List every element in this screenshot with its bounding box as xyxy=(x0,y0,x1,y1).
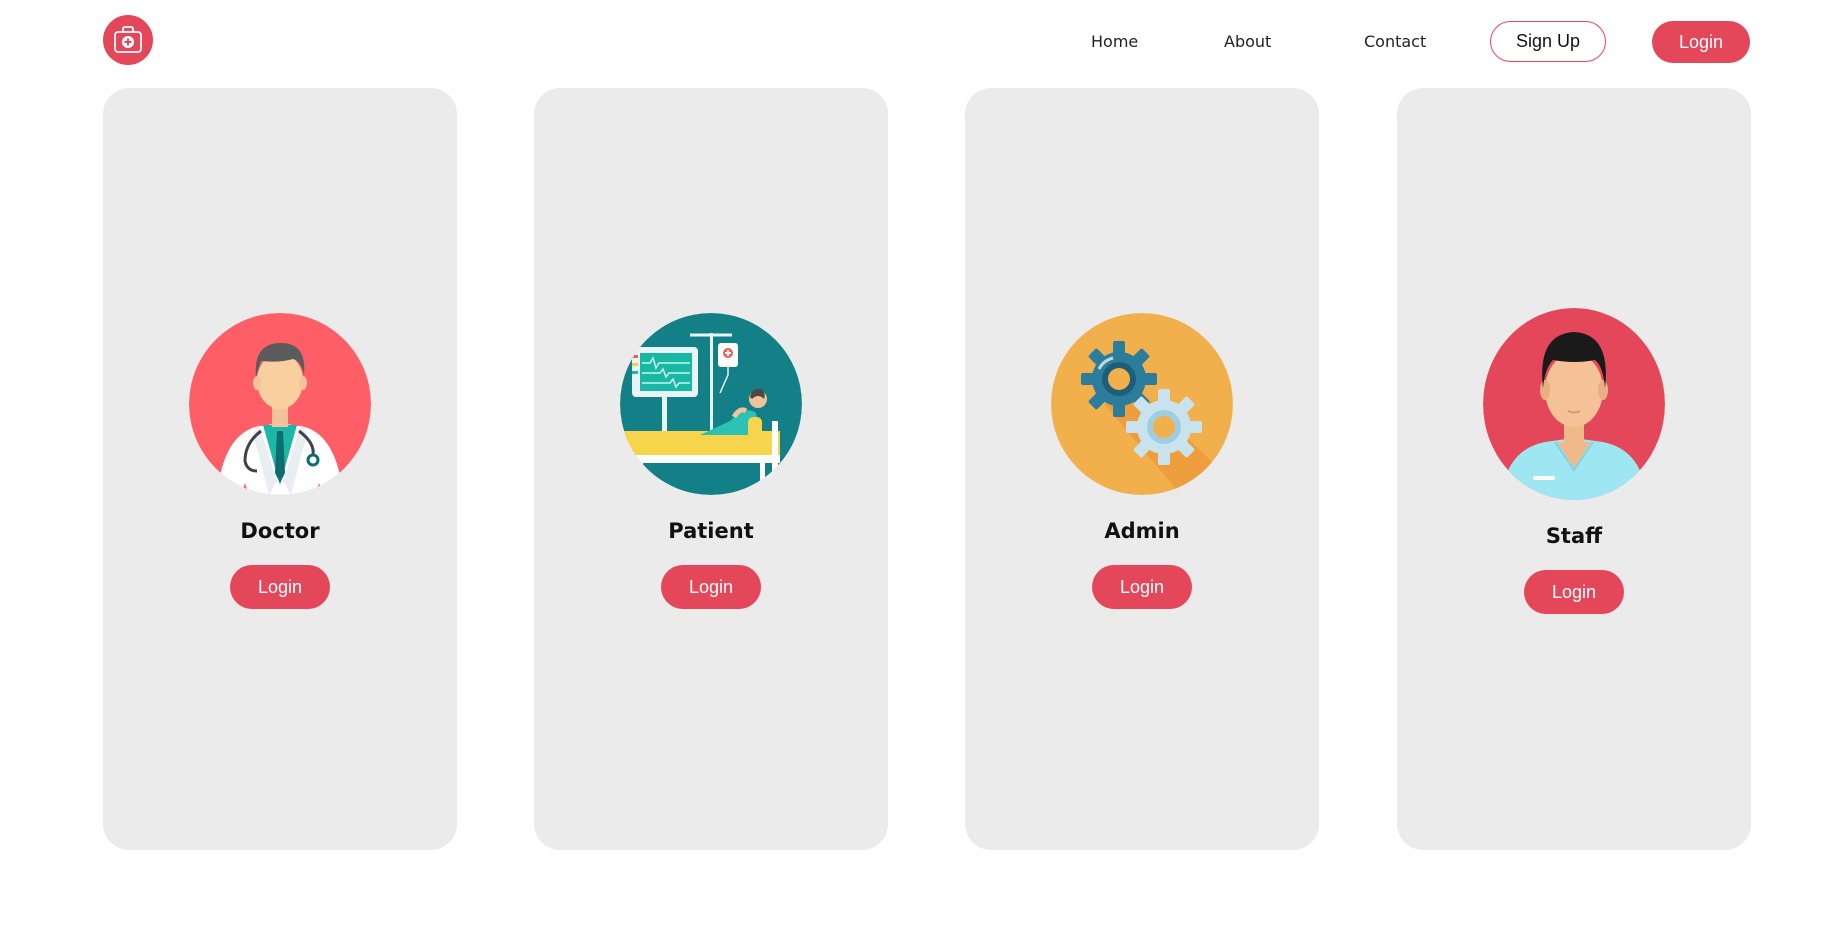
nav-about-link[interactable]: About xyxy=(1224,32,1271,51)
admin-card: Admin Login xyxy=(965,88,1319,850)
patient-card: Patient Login xyxy=(534,88,888,850)
patient-icon xyxy=(620,313,802,495)
gears-icon xyxy=(1051,313,1233,495)
medical-kit-logo-icon[interactable] xyxy=(103,15,153,65)
staff-login-button[interactable]: Login xyxy=(1524,570,1624,614)
nav-home-link[interactable]: Home xyxy=(1091,32,1138,51)
doctor-card: Doctor Login xyxy=(103,88,457,850)
role-title: Staff xyxy=(1545,524,1603,548)
staff-icon xyxy=(1483,308,1665,500)
nav-contact-link[interactable]: Contact xyxy=(1364,32,1426,51)
page: Home About Contact Sign Up Login Doctor … xyxy=(0,0,1838,932)
admin-login-button[interactable]: Login xyxy=(1092,565,1192,609)
role-title: Admin xyxy=(1104,519,1180,543)
header-login-button[interactable]: Login xyxy=(1652,21,1750,63)
role-title: Patient xyxy=(668,519,754,543)
header: Home About Contact Sign Up Login xyxy=(0,0,1838,86)
doctor-icon xyxy=(189,313,371,495)
signup-button[interactable]: Sign Up xyxy=(1490,21,1606,62)
doctor-login-button[interactable]: Login xyxy=(230,565,330,609)
staff-card: Staff Login xyxy=(1397,88,1751,850)
patient-login-button[interactable]: Login xyxy=(661,565,761,609)
role-title: Doctor xyxy=(240,519,320,543)
